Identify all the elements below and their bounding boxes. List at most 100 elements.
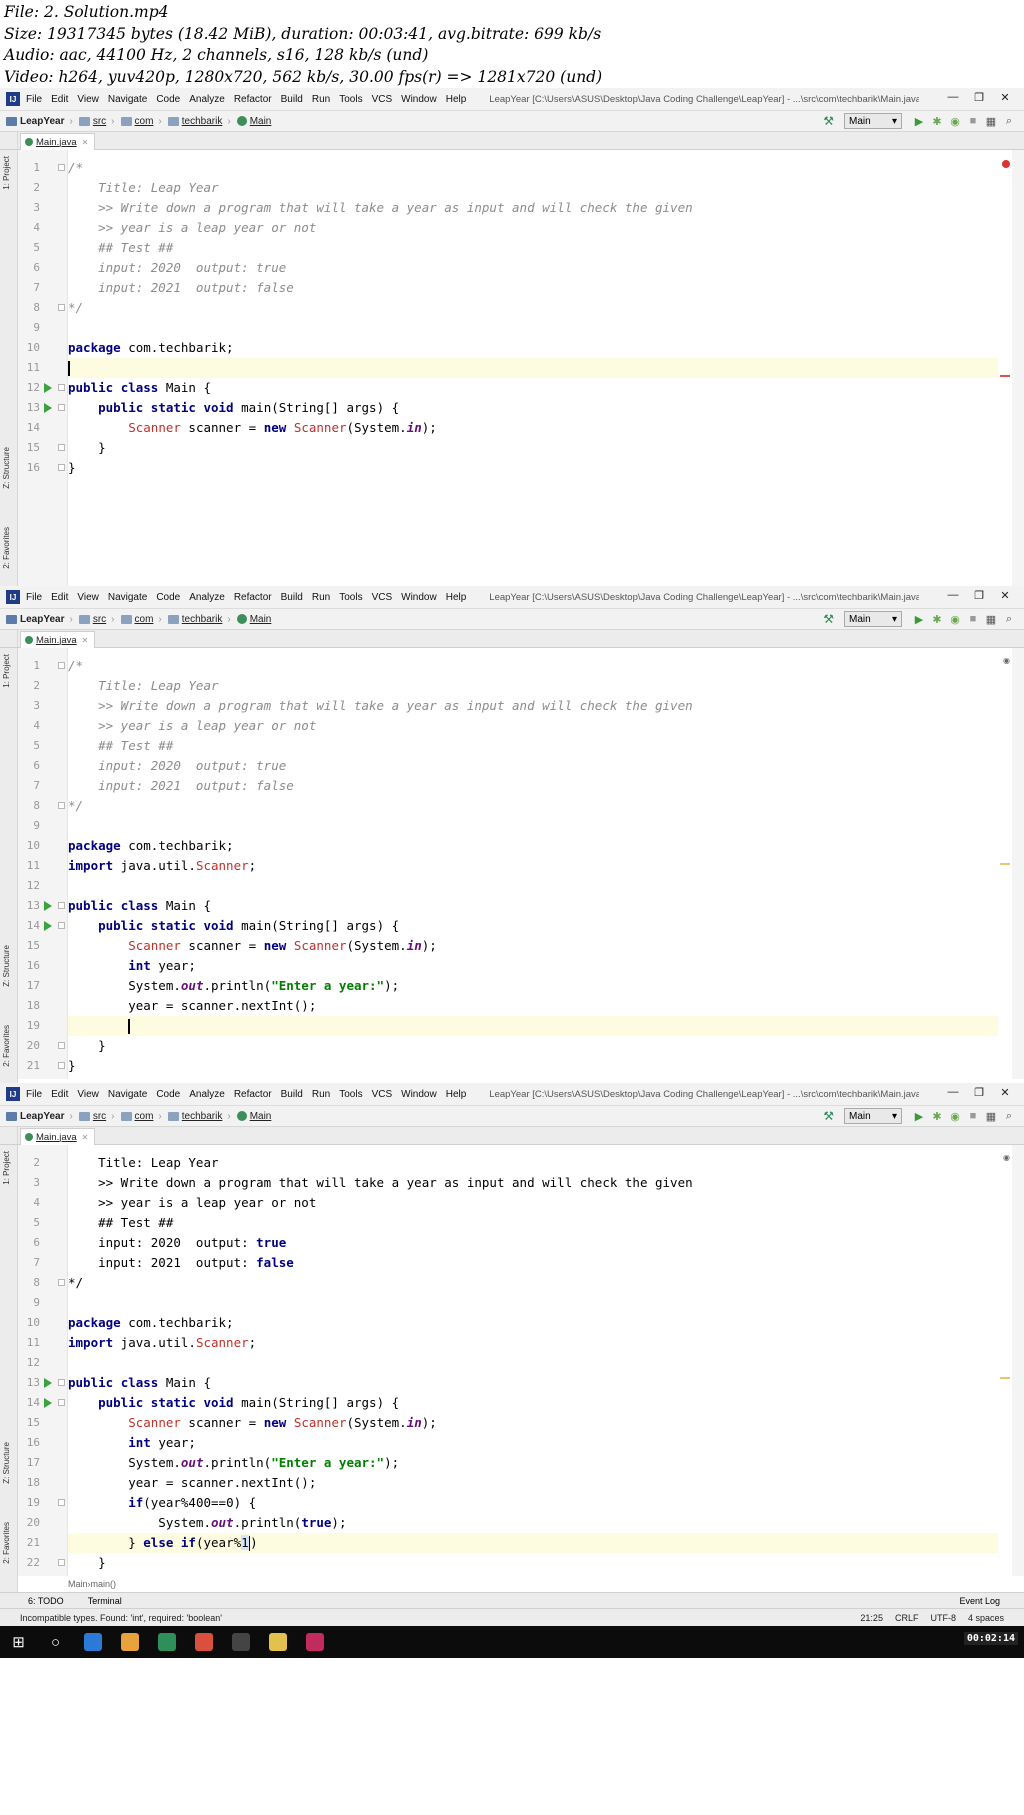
fold-marker-icon[interactable]: [58, 404, 65, 411]
fold-marker-icon[interactable]: [58, 1379, 65, 1386]
menu-edit[interactable]: Edit: [51, 94, 68, 105]
menu-help[interactable]: Help: [446, 592, 467, 603]
editor-scrollbar[interactable]: [1012, 648, 1024, 1079]
tab-close-icon[interactable]: ✕: [82, 1133, 89, 1142]
code-editor[interactable]: /* Title: Leap Year >> Write down a prog…: [68, 648, 998, 1079]
breadcrumb-item-src[interactable]: src ›: [78, 1111, 115, 1122]
menu-navigate[interactable]: Navigate: [108, 1089, 147, 1100]
tab-close-icon[interactable]: ✕: [82, 636, 89, 645]
event-log-tab[interactable]: Event Log: [959, 1596, 1000, 1606]
debug-icon[interactable]: ✱: [928, 613, 946, 626]
breadcrumb-item-com[interactable]: com ›: [120, 614, 162, 625]
tool-favorites-tab[interactable]: 2: Favorites: [2, 1025, 11, 1067]
stop-icon[interactable]: ■: [964, 115, 982, 127]
breadcrumb-item-techbarik[interactable]: techbarik ›: [167, 116, 231, 127]
menu-tools[interactable]: Tools: [339, 1089, 362, 1100]
menu-vcs[interactable]: VCS: [372, 94, 393, 105]
breadcrumb-item-leapyear[interactable]: LeapYear ›: [6, 116, 73, 127]
cmd-icon[interactable]: [222, 1626, 259, 1658]
fold-marker-icon[interactable]: [58, 662, 65, 669]
file-encoding[interactable]: UTF-8: [930, 1613, 956, 1623]
menu-help[interactable]: Help: [446, 94, 467, 105]
maximize-icon[interactable]: ❐: [966, 91, 992, 104]
menu-view[interactable]: View: [77, 1089, 99, 1100]
menu-code[interactable]: Code: [156, 592, 180, 603]
terminal-green-icon[interactable]: [148, 1626, 185, 1658]
code-editor[interactable]: Title: Leap Year >> Write down a program…: [68, 1145, 998, 1576]
project-structure-icon[interactable]: ▦: [982, 115, 1000, 128]
cortana-circle-icon[interactable]: ○: [37, 1626, 74, 1658]
project-structure-icon[interactable]: ▦: [982, 1110, 1000, 1123]
tool-project-tab[interactable]: 1: Project: [2, 1151, 11, 1185]
menu-view[interactable]: View: [77, 592, 99, 603]
menu-navigate[interactable]: Navigate: [108, 592, 147, 603]
menu-file[interactable]: File: [26, 94, 42, 105]
menu-code[interactable]: Code: [156, 94, 180, 105]
minimize-icon[interactable]: —: [940, 1086, 966, 1099]
indent-setting[interactable]: 4 spaces: [968, 1613, 1004, 1623]
menu-tools[interactable]: Tools: [339, 592, 362, 603]
menu-edit[interactable]: Edit: [51, 592, 68, 603]
windows-start-icon[interactable]: ⊞: [0, 1626, 37, 1658]
menu-window[interactable]: Window: [401, 94, 437, 105]
line-separator[interactable]: CRLF: [895, 1613, 919, 1623]
tab-close-icon[interactable]: ✕: [82, 138, 89, 147]
code-crumb-method[interactable]: main(): [91, 1579, 117, 1589]
search-icon[interactable]: ⌕: [1000, 613, 1018, 626]
tab-main-java[interactable]: Main.java ✕: [20, 631, 96, 648]
code-crumb-class[interactable]: Main: [68, 1579, 88, 1589]
menu-edit[interactable]: Edit: [51, 1089, 68, 1100]
build-hammer-icon[interactable]: ⚒: [823, 612, 834, 626]
menu-build[interactable]: Build: [281, 592, 303, 603]
menu-run[interactable]: Run: [312, 1089, 330, 1100]
fold-marker-icon[interactable]: [58, 444, 65, 451]
fold-marker-icon[interactable]: [58, 1042, 65, 1049]
breadcrumb-item-src[interactable]: src ›: [78, 116, 115, 127]
gutter-run-icon[interactable]: [44, 901, 52, 911]
menu-vcs[interactable]: VCS: [372, 1089, 393, 1100]
chrome-icon[interactable]: [185, 1626, 222, 1658]
breadcrumb-item-techbarik[interactable]: techbarik ›: [167, 1111, 231, 1122]
fold-marker-icon[interactable]: [58, 1062, 65, 1069]
menu-view[interactable]: View: [77, 94, 99, 105]
minimize-icon[interactable]: —: [940, 91, 966, 104]
fold-marker-icon[interactable]: [58, 384, 65, 391]
tool-structure-tab[interactable]: Z: Structure: [2, 1442, 11, 1484]
maximize-icon[interactable]: ❐: [966, 1086, 992, 1099]
gutter-run-icon[interactable]: [44, 1378, 52, 1388]
fold-marker-icon[interactable]: [58, 1399, 65, 1406]
stop-icon[interactable]: ■: [964, 613, 982, 625]
minimize-icon[interactable]: —: [940, 589, 966, 602]
fold-marker-icon[interactable]: [58, 164, 65, 171]
tool-project-tab[interactable]: 1: Project: [2, 654, 11, 688]
build-hammer-icon[interactable]: ⚒: [823, 114, 834, 128]
fold-marker-icon[interactable]: [58, 1559, 65, 1566]
run-config-dropdown[interactable]: Main ▾: [844, 611, 902, 627]
breadcrumb-item-techbarik[interactable]: techbarik ›: [167, 614, 231, 625]
tool-project-tab[interactable]: 1: Project: [2, 156, 11, 190]
tool-structure-tab[interactable]: Z: Structure: [2, 945, 11, 987]
vscode-icon[interactable]: [74, 1626, 111, 1658]
breadcrumb-item-leapyear[interactable]: LeapYear ›: [6, 1111, 73, 1122]
menu-file[interactable]: File: [26, 1089, 42, 1100]
menu-vcs[interactable]: VCS: [372, 592, 393, 603]
todo-tab[interactable]: 6: TODO: [28, 1596, 64, 1606]
run-icon[interactable]: ▶: [910, 115, 928, 128]
tool-favorites-tab[interactable]: 2: Favorites: [2, 1522, 11, 1564]
menu-run[interactable]: Run: [312, 592, 330, 603]
file-explorer-icon[interactable]: [259, 1626, 296, 1658]
fold-marker-icon[interactable]: [58, 304, 65, 311]
tool-structure-tab[interactable]: Z: Structure: [2, 447, 11, 489]
fold-marker-icon[interactable]: [58, 922, 65, 929]
tab-main-java[interactable]: Main.java ✕: [20, 133, 96, 150]
menu-refactor[interactable]: Refactor: [234, 592, 272, 603]
menu-analyze[interactable]: Analyze: [189, 1089, 225, 1100]
fold-marker-icon[interactable]: [58, 464, 65, 471]
breadcrumb-item-com[interactable]: com ›: [120, 1111, 162, 1122]
coverage-icon[interactable]: ◉: [946, 613, 964, 626]
debug-icon[interactable]: ✱: [928, 1110, 946, 1123]
gutter-run-icon[interactable]: [44, 403, 52, 413]
close-icon[interactable]: ✕: [992, 1086, 1018, 1099]
menu-window[interactable]: Window: [401, 592, 437, 603]
menu-build[interactable]: Build: [281, 1089, 303, 1100]
